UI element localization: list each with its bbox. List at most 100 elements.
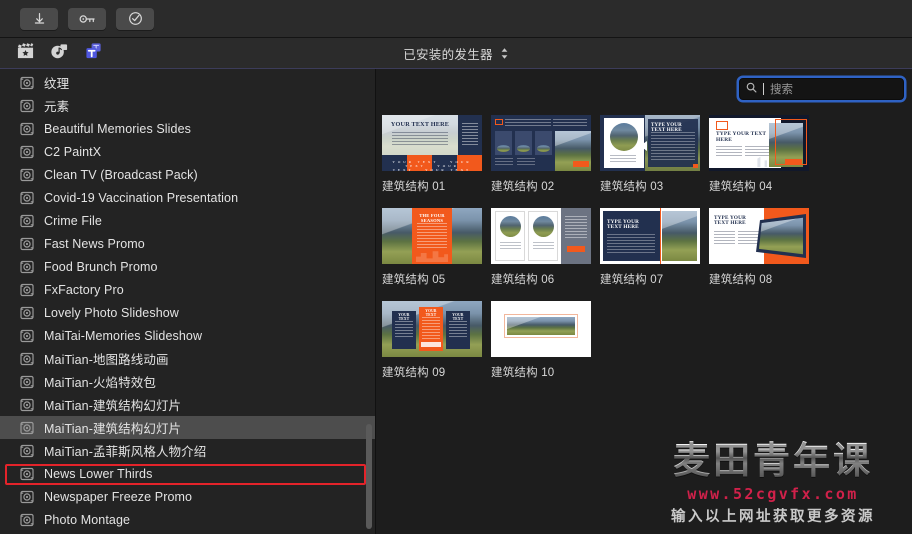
sidebar-item[interactable]: Fast News Promo — [0, 232, 375, 255]
download-button[interactable] — [20, 7, 58, 30]
watermark-line-1: 麦田青年课 — [642, 430, 904, 484]
generator-thumbnail[interactable]: TYPE YOUR TEXT HERE — [600, 115, 700, 171]
generator-icon — [20, 76, 34, 90]
generator-thumbnail[interactable]: YOUR TEXT HERE YOUR TEXT YOUR TEXT YOUR T… — [382, 115, 482, 171]
generator-label: 建筑结构 03 — [600, 181, 664, 193]
clapperboard-star-icon — [16, 42, 35, 65]
sidebar-item[interactable]: Food Brunch Promo — [0, 255, 375, 278]
generator-thumbnail[interactable] — [491, 208, 591, 264]
top-toolbar — [0, 0, 912, 38]
generator-tile[interactable]: 建筑结构 10 — [491, 301, 600, 380]
search-row: 搜索 — [376, 69, 912, 109]
generator-icon — [20, 191, 34, 205]
sidebar-item[interactable]: Lovely Photo Slideshow — [0, 301, 375, 324]
generator-icon — [20, 444, 34, 458]
watermark: 麦田青年课 www.52cgvfx.com 输入以上网址获取更多资源 — [642, 430, 904, 526]
generator-tile[interactable]: 建筑结构 06 — [491, 208, 600, 287]
tab-video-effects[interactable] — [8, 40, 42, 66]
generator-thumbnail[interactable]: TYPE YOUR TEXT HERE — [709, 208, 809, 264]
generator-thumbnail[interactable] — [491, 301, 591, 357]
sidebar-item[interactable]: Crime File — [0, 209, 375, 232]
browser-title: 已安装的发生器 — [403, 47, 493, 62]
sidebar-item[interactable]: C2 PaintX — [0, 140, 375, 163]
sidebar-item[interactable]: MaiTian-孟菲斯风格人物介绍 — [0, 439, 375, 462]
browser-title-group: 已安装的发生器 — [0, 44, 912, 63]
tab-titles-generators[interactable] — [76, 40, 110, 66]
sidebar-item[interactable]: Covid-19 Vaccination Presentation — [0, 186, 375, 209]
generator-label: 建筑结构 10 — [491, 367, 555, 379]
sidebar-item[interactable]: MaiTian-建筑结构幻灯片 — [0, 416, 375, 439]
sidebar-item-label: Beautiful Memories Slides — [44, 121, 192, 136]
sidebar-item-label: MaiTian-地图路线动画 — [44, 353, 169, 367]
chevron-up-down-icon[interactable] — [500, 47, 509, 60]
sidebar-item[interactable]: MaiTai-Memories Slideshow — [0, 324, 375, 347]
sidebar-scrollbar[interactable] — [366, 424, 372, 529]
sidebar-item-label: Covid-19 Vaccination Presentation — [44, 190, 239, 205]
sidebar-item[interactable]: Newspaper Freeze Promo — [0, 485, 375, 508]
generator-icon — [20, 260, 34, 274]
sidebar-item[interactable]: 元素 — [0, 94, 375, 117]
sidebar-item-label: MaiTai-Memories Slideshow — [44, 328, 203, 343]
music-photo-icon — [50, 42, 69, 65]
generator-icon — [20, 306, 34, 320]
generator-tile[interactable]: TYPE YOUR TEXT HERE 建筑结构 03 — [600, 115, 709, 194]
generator-icon — [20, 122, 34, 136]
sidebar-item[interactable]: News Lower Thirds — [0, 462, 375, 485]
generator-icon — [20, 421, 34, 435]
generator-label: 建筑结构 01 — [382, 181, 446, 193]
check-circle-icon — [128, 11, 143, 26]
generator-grid: YOUR TEXT HERE YOUR TEXT YOUR TEXT YOUR T… — [376, 109, 912, 394]
generator-icon — [20, 329, 34, 343]
tab-audio-effects[interactable] — [42, 40, 76, 66]
generator-tile[interactable]: TYPE YOUR TEXT HERE 建筑结构 08 — [709, 208, 818, 287]
sidebar-item[interactable]: Clean TV (Broadcast Pack) — [0, 163, 375, 186]
generator-tile[interactable]: TYPE YOUR TEXT HERE 建筑结构 07 — [600, 208, 709, 287]
sidebar-item[interactable]: 纹理 — [0, 71, 375, 94]
apply-button[interactable] — [116, 7, 154, 30]
generator-thumbnail[interactable]: THE FOUR SEASONS — [382, 208, 482, 264]
search-placeholder: 搜索 — [770, 84, 793, 96]
sidebar-list: 纹理元素 Beautiful Memories Slides C2 PaintX Cl… — [0, 69, 375, 531]
generator-label: 建筑结构 05 — [382, 274, 446, 286]
generator-thumbnail[interactable]: TYPE YOUR TEXT HERE — [600, 208, 700, 264]
generator-thumbnail[interactable] — [491, 115, 591, 171]
keyframe-button[interactable] — [68, 7, 106, 30]
blue-t-icon — [84, 42, 103, 65]
sidebar-item-label: 元素 — [44, 100, 70, 114]
generator-icon — [20, 513, 34, 527]
generator-thumbnail[interactable]: YOUR TEXT YOUR TEXT YOUR TEXT — [382, 301, 482, 357]
generator-tile[interactable]: YOUR TEXT YOUR TEXT YOUR TEXT 建筑结构 09 — [382, 301, 491, 380]
generator-icon — [20, 237, 34, 251]
search-field[interactable]: 搜索 — [739, 78, 904, 100]
generator-tile[interactable]: 建筑结构 02 — [491, 115, 600, 194]
generator-icon — [20, 145, 34, 159]
sidebar-item[interactable]: Photo Montage — [0, 508, 375, 531]
sidebar-item-label: Food Brunch Promo — [44, 259, 158, 274]
sidebar-item[interactable]: FxFactory Pro — [0, 278, 375, 301]
sidebar-item[interactable]: Beautiful Memories Slides — [0, 117, 375, 140]
generator-icon — [20, 283, 34, 297]
generator-tile[interactable]: YOUR TEXT HERE YOUR TEXT YOUR TEXT YOUR T… — [382, 115, 491, 194]
browser-tab-bar: 已安装的发生器 — [0, 38, 912, 69]
key-icon — [79, 13, 96, 25]
sidebar-item-label: Newspaper Freeze Promo — [44, 489, 193, 504]
sidebar-item[interactable]: MaiTian-火焰特效包 — [0, 370, 375, 393]
main-split: 纹理元素 Beautiful Memories Slides C2 PaintX Cl… — [0, 69, 912, 534]
generator-label: 建筑结构 07 — [600, 274, 664, 286]
sidebar-item-label: MaiTian-建筑结构幻灯片 — [44, 422, 182, 436]
sidebar-item-label: 纹理 — [44, 77, 70, 91]
generator-icon — [20, 214, 34, 228]
generator-thumbnail[interactable]: TYPE YOUR TEXT HERE — [709, 115, 809, 171]
sidebar-item-label: MaiTian-孟菲斯风格人物介绍 — [44, 445, 207, 459]
sidebar-item[interactable]: MaiTian-建筑结构幻灯片 — [0, 393, 375, 416]
sidebar-item[interactable]: MaiTian-地图路线动画 — [0, 347, 375, 370]
generator-icon — [20, 490, 34, 504]
generator-tile[interactable]: THE FOUR SEASONS 建筑结构 05 — [382, 208, 491, 287]
generator-tile[interactable]: TYPE YOUR TEXT HERE 建筑结构 04 — [709, 115, 818, 194]
watermark-line-2: www.52cgvfx.com — [687, 485, 859, 503]
sidebar-item-label: C2 PaintX — [44, 144, 102, 159]
sidebar-item-label: MaiTian-建筑结构幻灯片 — [44, 399, 182, 413]
sidebar-item-label: Photo Montage — [44, 512, 131, 527]
generator-icon — [20, 352, 34, 366]
search-icon — [746, 80, 757, 98]
